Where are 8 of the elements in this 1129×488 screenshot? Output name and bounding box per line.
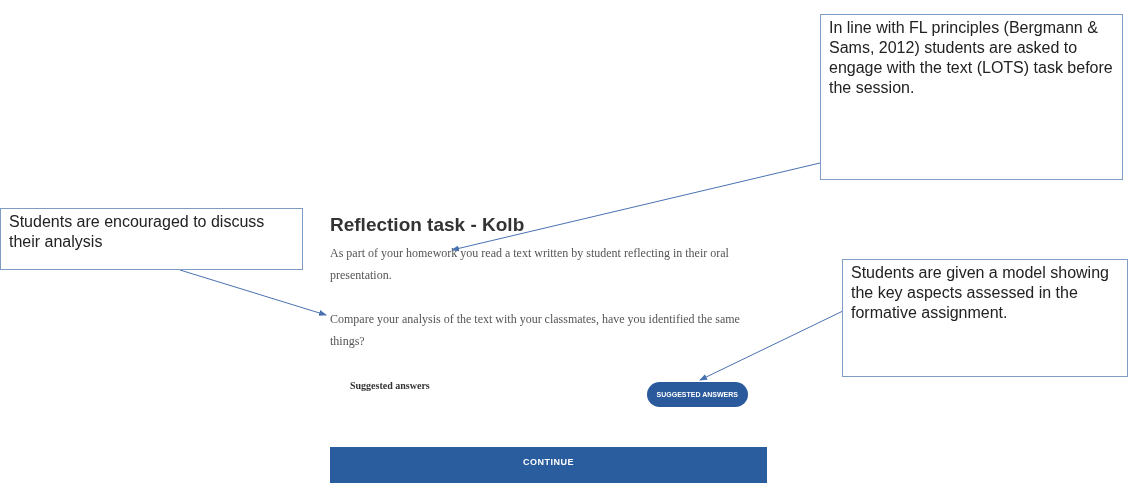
continue-button[interactable]: CONTINUE bbox=[330, 447, 767, 483]
lesson-title: Reflection task - Kolb bbox=[330, 214, 525, 236]
callout-text: Students are encouraged to discuss their analysis bbox=[0, 208, 303, 270]
answers-label: Suggested answers bbox=[350, 380, 430, 391]
callout-text: Students are given a model showing the key aspects assessed in the formative assignment. bbox=[842, 259, 1128, 377]
lesson-paragraph: As part of your homework you read a text written by student reflecting in their oral presentation. bbox=[330, 245, 730, 284]
callout-text: In line with FL principles (Bergmann & Sams, 2012) students are asked to engage with the text (LOTS) task before the session. bbox=[820, 14, 1123, 180]
lesson-paragraph: Compare your analysis of the text with your classmates, have you identified the same things? bbox=[330, 311, 741, 350]
